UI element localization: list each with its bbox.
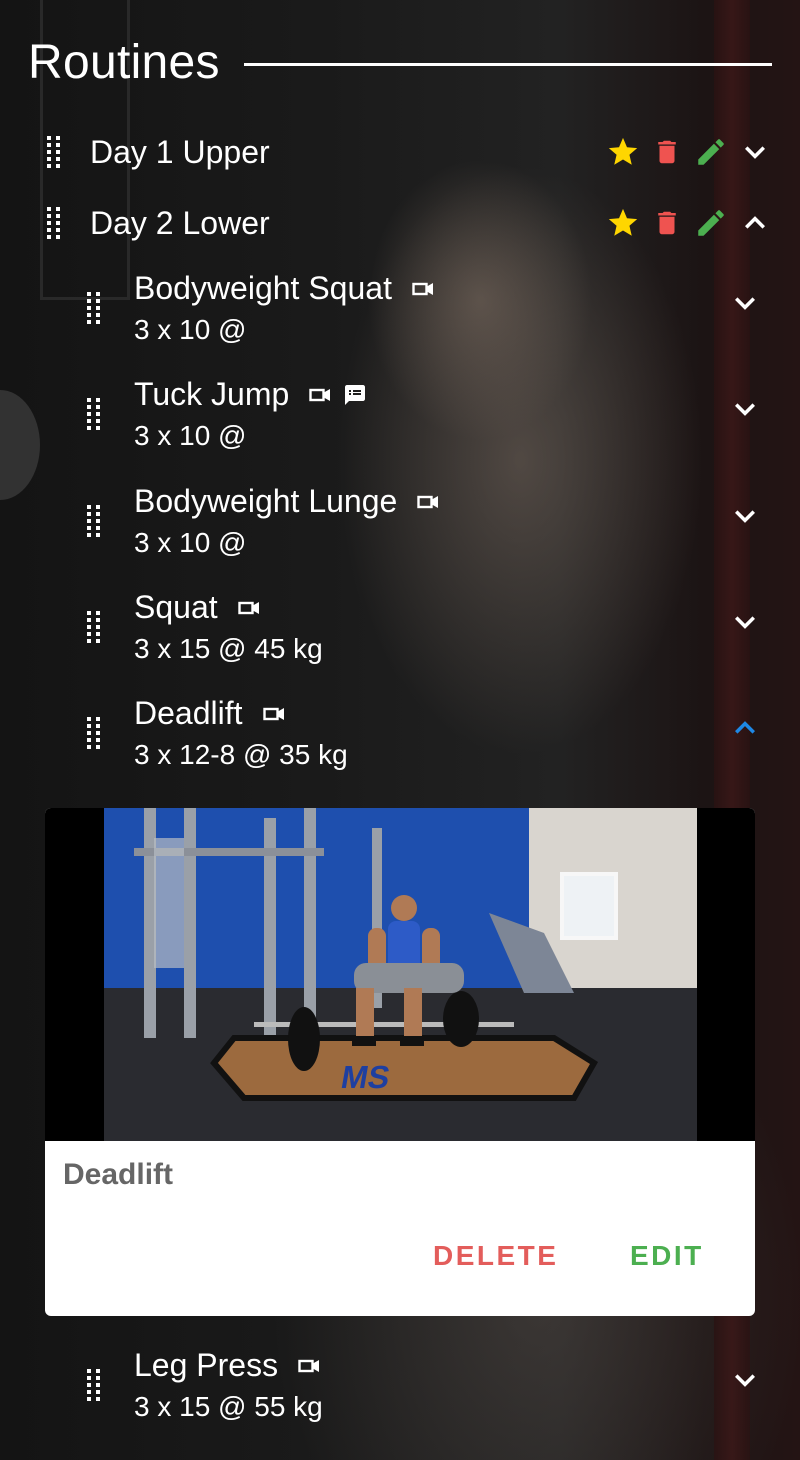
header-divider [243,62,772,66]
trash-icon[interactable] [652,206,682,240]
exercise-row[interactable]: Leg Press 3 x 15 @ 55 kg [80,1347,760,1447]
svg-text:MS: MS [338,1059,392,1095]
routine-row[interactable]: Day 2 Lower [40,193,770,253]
video-icon [237,600,260,616]
chevron-up-icon[interactable] [730,713,760,743]
video-icon [309,387,331,403]
video-icon [417,494,439,510]
chevron-down-icon[interactable] [730,1365,760,1395]
exercise-name: Bodyweight Squat [134,270,392,306]
exercise-name: Tuck Jump [134,376,290,412]
chevron-down-icon[interactable] [730,501,760,531]
pencil-icon[interactable] [694,206,728,240]
page-header: Routines [28,30,772,94]
star-icon[interactable] [606,206,640,240]
delete-button[interactable]: DELETE [433,1240,558,1272]
exercise-row[interactable]: Tuck Jump 3 x 10 @ [80,376,760,476]
exercise-row[interactable]: Squat 3 x 15 @ 45 kg [80,589,760,689]
exercise-detail: 3 x 15 @ 55 kg [134,1391,323,1422]
chevron-down-icon[interactable] [730,288,760,318]
chevron-up-icon[interactable] [740,208,770,238]
drag-handle-icon[interactable] [80,286,108,330]
exercise-detail: 3 x 10 @ [134,314,247,345]
exercise-detail: 3 x 12-8 @ 35 kg [134,739,348,770]
video-thumbnail[interactable]: MS [104,808,697,1141]
video-icon [262,706,285,722]
chevron-down-icon[interactable] [740,137,770,167]
exercise-row[interactable]: Deadlift 3 x 12-8 @ 35 kg [80,695,760,795]
card-title: Deadlift [63,1158,174,1191]
chevron-down-icon[interactable] [730,607,760,637]
exercise-name: Squat [134,589,218,625]
drag-handle-icon[interactable] [80,1363,108,1407]
exercise-name: Deadlift [134,695,243,731]
routine-row[interactable]: Day 1 Upper [40,122,770,182]
routine-name: Day 1 Upper [90,133,270,170]
notes-icon [343,383,367,407]
exercise-detail: 3 x 10 @ [134,527,247,558]
exercise-detail: 3 x 15 @ 45 kg [134,633,323,664]
exercise-row[interactable]: Bodyweight Squat 3 x 10 @ [80,270,760,370]
drag-handle-icon[interactable] [80,392,108,436]
video-icon [298,1358,320,1374]
trash-icon[interactable] [652,135,682,169]
chevron-down-icon[interactable] [730,394,760,424]
drag-handle-icon[interactable] [80,499,108,543]
exercise-name: Leg Press [134,1347,279,1383]
drag-handle-icon[interactable] [80,605,108,649]
exercise-name: Bodyweight Lunge [134,483,398,519]
video-player[interactable]: MS [45,808,755,1141]
edit-button[interactable]: EDIT [630,1240,704,1272]
exercise-detail: 3 x 10 @ [134,420,247,451]
routine-name: Day 2 Lower [90,204,270,241]
drag-handle-icon[interactable] [40,130,68,174]
exercise-detail-card: MS Deadlift DELETE EDIT [45,808,755,1316]
drag-handle-icon[interactable] [80,711,108,755]
pencil-icon[interactable] [694,135,728,169]
page-title: Routines [28,35,220,89]
video-icon [412,281,434,297]
exercise-row[interactable]: Bodyweight Lunge 3 x 10 @ [80,483,760,583]
star-icon[interactable] [606,135,640,169]
drag-handle-icon[interactable] [40,201,68,245]
